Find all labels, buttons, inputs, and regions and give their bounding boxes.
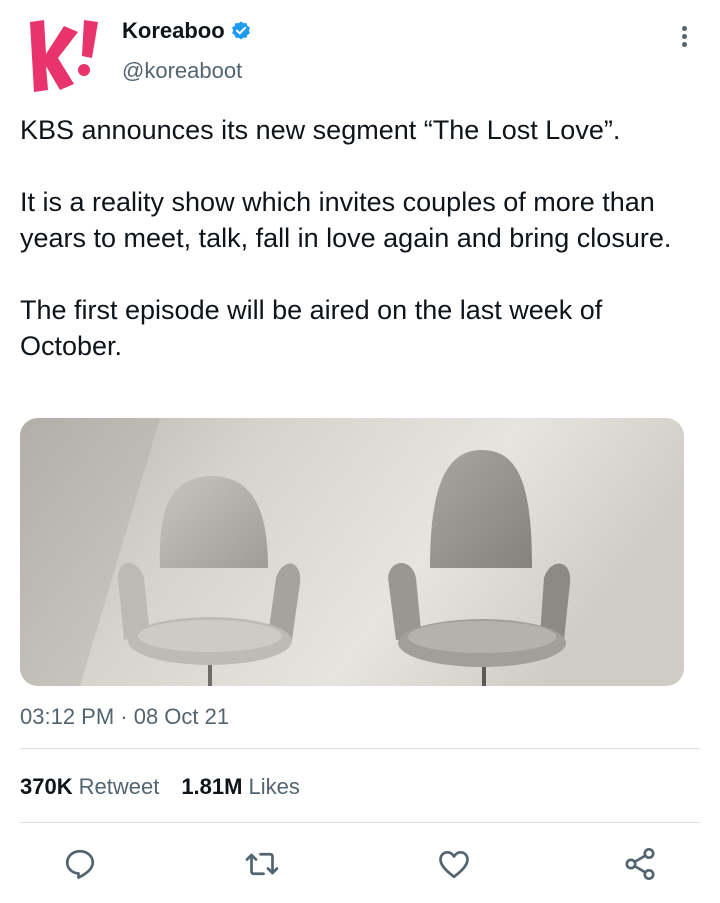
user-handle[interactable]: @koreaboot — [122, 58, 242, 84]
display-name[interactable]: Koreaboo — [122, 18, 225, 44]
koreaboo-logo-icon — [30, 20, 98, 92]
tweet-media-image[interactable] — [20, 418, 684, 686]
retweet-label[interactable]: Retweet — [79, 774, 160, 800]
likes-count[interactable]: 1.81M — [181, 774, 242, 800]
divider — [20, 822, 700, 823]
verified-badge-icon — [231, 21, 250, 40]
retweet-icon[interactable] — [244, 846, 280, 882]
engagement-stats: 370K Retweet 1.81M Likes — [20, 774, 322, 800]
retweet-count[interactable]: 370K — [20, 774, 73, 800]
action-bar — [0, 840, 720, 890]
reply-icon[interactable] — [62, 846, 98, 882]
divider — [20, 748, 700, 749]
more-options-icon[interactable] — [674, 26, 694, 52]
likes-label[interactable]: Likes — [248, 774, 299, 800]
tweet-header: Koreaboo @koreaboot — [0, 0, 720, 100]
like-icon[interactable] — [436, 846, 472, 882]
tweet-timestamp[interactable]: 03:12 PM · 08 Oct 21 — [20, 704, 229, 730]
name-row: Koreaboo — [122, 18, 252, 44]
avatar[interactable] — [22, 14, 102, 94]
share-icon[interactable] — [622, 846, 658, 882]
two-chairs-photo-icon — [20, 418, 684, 686]
tweet-text: KBS announces its new segment “The Lost … — [20, 115, 672, 361]
